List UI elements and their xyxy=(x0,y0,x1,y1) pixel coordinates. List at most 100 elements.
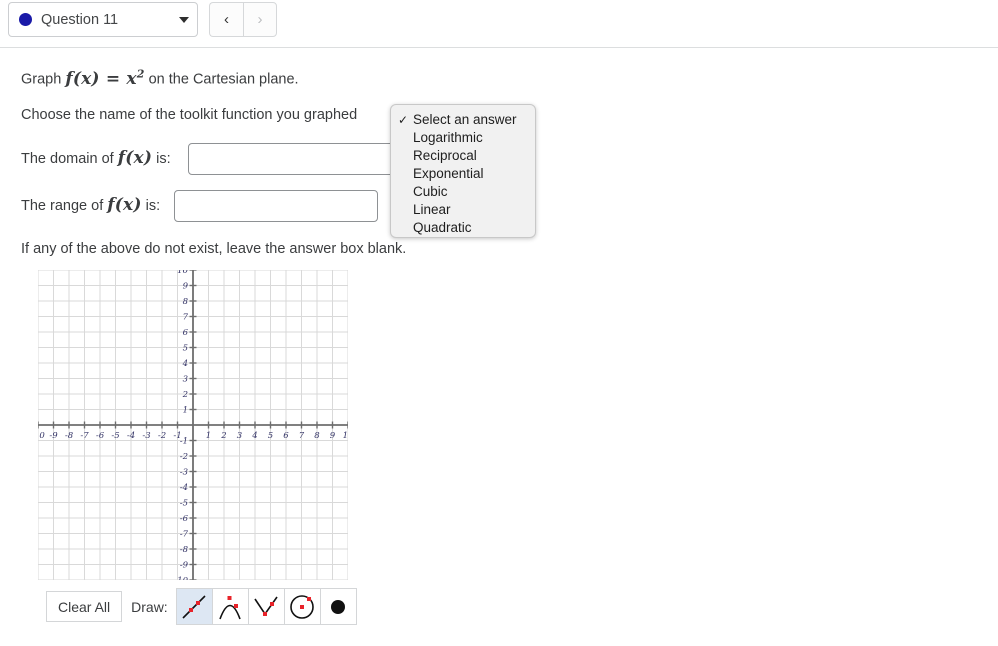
dropdown-option-label: Logarithmic xyxy=(413,130,483,145)
dropdown-option-label: Quadratic xyxy=(413,220,472,235)
prompt-graph-instruction: Graph f(x) = x2 on the Cartesian plane. xyxy=(21,67,299,89)
range-label-prefix: The range of xyxy=(21,198,108,214)
domain-label-suffix: is: xyxy=(152,151,171,167)
graph-toolbar: Clear All Draw: xyxy=(46,588,357,625)
svg-text:5: 5 xyxy=(183,344,188,354)
svg-text:7: 7 xyxy=(183,313,189,323)
question-page: Question 11 ‹ › Graph f(x) = x2 on the C… xyxy=(0,0,998,646)
svg-text:-4: -4 xyxy=(180,483,188,493)
line-icon xyxy=(179,592,209,622)
check-icon: ✓ xyxy=(398,113,409,127)
range-input[interactable] xyxy=(174,190,378,222)
svg-text:9: 9 xyxy=(330,431,336,441)
cartesian-grid[interactable]: -10-9-8-7-6-5-4-3-2-11234567891010987654… xyxy=(38,270,348,580)
fx-text-1: f(x) xyxy=(65,68,100,89)
prompt-choose-toolkit: Choose the name of the toolkit function … xyxy=(21,107,358,123)
svg-text:-3: -3 xyxy=(142,431,150,441)
svg-text:2: 2 xyxy=(182,390,188,400)
function-notation-2: f(x) xyxy=(117,148,153,168)
svg-text:-1: -1 xyxy=(180,437,188,447)
question-selector[interactable]: Question 11 xyxy=(8,2,198,37)
svg-text:2: 2 xyxy=(220,431,226,441)
cut-off-answer-row xyxy=(0,638,998,646)
dropdown-option-label: Cubic xyxy=(413,184,448,199)
svg-text:4: 4 xyxy=(182,359,188,369)
function-notation-3: f(x) xyxy=(107,195,142,215)
absolute-value-tool-button[interactable] xyxy=(247,588,285,625)
svg-text:5: 5 xyxy=(268,431,273,441)
svg-text:-7: -7 xyxy=(180,530,189,540)
dropdown-option-exponential[interactable]: Exponential xyxy=(391,165,535,183)
svg-text:6: 6 xyxy=(283,431,289,441)
svg-text:9: 9 xyxy=(183,282,189,292)
prev-question-button[interactable]: ‹ xyxy=(209,2,243,37)
svg-text:-10: -10 xyxy=(174,576,188,580)
svg-text:-5: -5 xyxy=(111,431,119,441)
dropdown-option-label: Linear xyxy=(413,202,451,217)
v-shape-icon xyxy=(251,592,281,622)
svg-text:6: 6 xyxy=(183,328,189,338)
svg-text:3: 3 xyxy=(237,431,242,441)
svg-text:-8: -8 xyxy=(65,431,74,441)
svg-text:10: 10 xyxy=(177,270,188,276)
equals-sign: = xyxy=(105,68,121,89)
svg-text:10: 10 xyxy=(343,431,348,441)
exponent-2: 2 xyxy=(136,67,145,80)
svg-text:-6: -6 xyxy=(96,431,105,441)
circle-tool-button[interactable] xyxy=(283,588,321,625)
point-tool-button[interactable] xyxy=(319,588,357,625)
clear-all-button[interactable]: Clear All xyxy=(46,591,123,622)
svg-text:-3: -3 xyxy=(180,468,188,478)
question-status-dot xyxy=(19,13,32,26)
svg-text:4: 4 xyxy=(251,431,257,441)
svg-text:-2: -2 xyxy=(180,452,188,462)
next-question-button[interactable]: › xyxy=(243,2,277,37)
circle-icon xyxy=(287,592,317,622)
chevron-down-icon xyxy=(179,16,189,23)
draw-label: Draw: xyxy=(131,598,168,615)
svg-text:-8: -8 xyxy=(180,545,189,555)
svg-text:-4: -4 xyxy=(127,431,135,441)
range-label: The range of f(x) is: xyxy=(21,195,160,215)
parabola-icon xyxy=(215,592,245,622)
dropdown-option-label: Reciprocal xyxy=(413,148,477,163)
svg-text:8: 8 xyxy=(314,431,320,441)
svg-text:-7: -7 xyxy=(80,431,89,441)
domain-label: The domain of f(x) is: xyxy=(21,148,171,168)
toolkit-function-dropdown[interactable]: ✓ Select an answer Logarithmic Reciproca… xyxy=(390,104,536,238)
svg-text:-9: -9 xyxy=(180,561,189,571)
dropdown-option-linear[interactable]: Linear xyxy=(391,201,535,219)
dropdown-option-logarithmic[interactable]: Logarithmic xyxy=(391,129,535,147)
question-header: Question 11 ‹ › xyxy=(0,0,998,47)
line-tool-button[interactable] xyxy=(175,588,213,625)
function-notation-1: f(x) = x2 xyxy=(65,67,145,89)
prompt-prefix: Graph xyxy=(21,71,66,88)
domain-label-prefix: The domain of xyxy=(21,151,118,167)
question-selector-label: Question 11 xyxy=(41,11,119,28)
svg-text:7: 7 xyxy=(299,431,305,441)
svg-text:8: 8 xyxy=(183,297,189,307)
svg-text:-10: -10 xyxy=(38,431,45,441)
dropdown-option-reciprocal[interactable]: Reciprocal xyxy=(391,147,535,165)
svg-text:1: 1 xyxy=(183,406,188,416)
svg-text:-5: -5 xyxy=(180,499,188,509)
dropdown-option-cubic[interactable]: Cubic xyxy=(391,183,535,201)
dropdown-option-select-an-answer[interactable]: ✓ Select an answer xyxy=(391,111,535,129)
draw-tools xyxy=(175,588,357,625)
point-icon xyxy=(323,592,353,622)
dropdown-option-label: Select an answer xyxy=(413,112,517,127)
header-divider xyxy=(0,47,998,48)
svg-text:-6: -6 xyxy=(180,514,189,524)
dropdown-option-quadratic[interactable]: Quadratic xyxy=(391,219,535,237)
svg-text:1: 1 xyxy=(206,431,211,441)
prompt-suffix: on the Cartesian plane. xyxy=(144,71,299,88)
cartesian-graph[interactable]: -10-9-8-7-6-5-4-3-2-11234567891010987654… xyxy=(38,270,348,580)
x-symbol: x xyxy=(126,68,137,89)
svg-text:-2: -2 xyxy=(158,431,166,441)
blank-answer-note: If any of the above do not exist, leave … xyxy=(21,241,407,257)
dropdown-option-label: Exponential xyxy=(413,166,484,181)
question-nav: ‹ › xyxy=(209,2,277,37)
parabola-tool-button[interactable] xyxy=(211,588,249,625)
range-label-suffix: is: xyxy=(141,198,161,214)
svg-text:3: 3 xyxy=(183,375,188,385)
